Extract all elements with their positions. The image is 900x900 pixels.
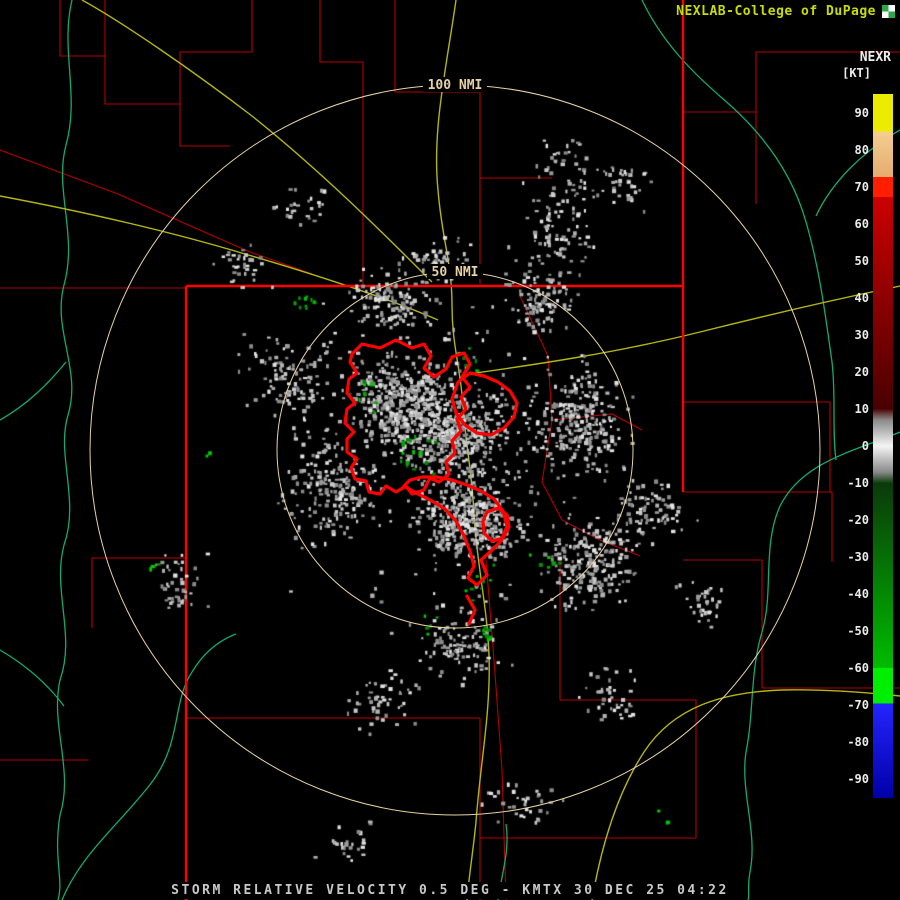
colorbar-tick-label: -50 (829, 624, 869, 638)
range-ring-label: 100 NMI (428, 78, 483, 93)
product-status-text: STORM RELATIVE VELOCITY 0.5 DEG - KMTX 3… (165, 882, 735, 899)
colorbar-tick-label: 40 (829, 291, 869, 305)
status-bar: STORM RELATIVE VELOCITY 0.5 DEG - KMTX 3… (0, 879, 900, 898)
colorbar-tick-label: 50 (829, 254, 869, 268)
cod-logo-icon (882, 5, 895, 18)
storm-warning-polygon (452, 373, 517, 435)
velocity-colorbar (873, 94, 893, 798)
colorbar-tick-label: 90 (829, 106, 869, 120)
storm-warning-polygon (467, 596, 475, 624)
radar-display: 100 NMI 50 NMI NEXLAB-College of DuPage N… (0, 0, 900, 900)
colorbar-tick-label: -60 (829, 661, 869, 675)
colorbar-tick-label: 30 (829, 328, 869, 342)
colorbar-tick-label: -80 (829, 735, 869, 749)
colorbar-tick-label: -40 (829, 587, 869, 601)
colorbar-tick-label: -90 (829, 772, 869, 786)
ring-labels-layer: 100 NMI 50 NMI (423, 77, 487, 280)
colorbar-tick-label: 20 (829, 365, 869, 379)
brand-text: NEXLAB-College of DuPage (676, 4, 876, 19)
colorbar-tick-label: 10 (829, 402, 869, 416)
storm-warning-polygon (345, 340, 470, 494)
colorbar-tick-label: -70 (829, 698, 869, 712)
product-code-label: NEXR (860, 50, 891, 65)
storm-warning-layer (345, 340, 517, 624)
colorbar-tick-label: 80 (829, 143, 869, 157)
overlay-layer: 100 NMI 50 NMI (0, 0, 900, 900)
range-ring-label: 50 NMI (432, 265, 479, 280)
units-label: [KT] (842, 66, 871, 80)
colorbar-tick-label: -30 (829, 550, 869, 564)
colorbar-tick-label: -10 (829, 476, 869, 490)
storm-warning-polygon (404, 477, 507, 585)
colorbar-tick-label: 60 (829, 217, 869, 231)
colorbar-tick-labels: 90 80 70 60 50 40 30 20 10 0 -10 -20 -30 -40 -50 -60 -70… (829, 94, 869, 798)
colorbar-tick-label: 0 (829, 439, 869, 453)
colorbar-tick-label: -20 (829, 513, 869, 527)
colorbar-tick-label: 70 (829, 180, 869, 194)
